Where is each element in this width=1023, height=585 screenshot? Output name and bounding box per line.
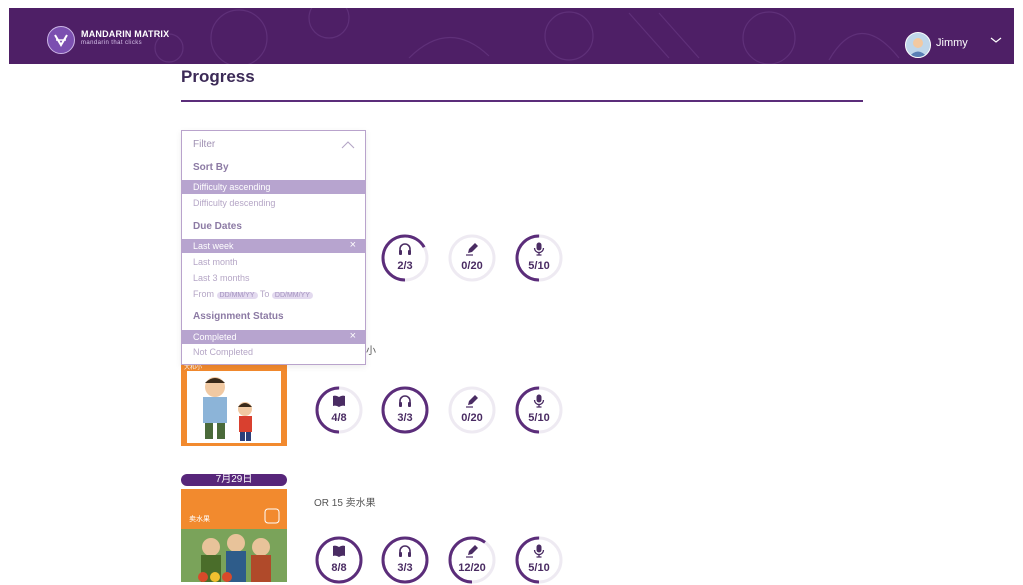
headphones-icon	[399, 243, 411, 255]
stat-listening[interactable]: 3/3	[380, 385, 430, 435]
progress-ring	[515, 234, 563, 282]
brand-name: MANDARIN MATRIX	[81, 29, 170, 39]
due-dates-heading: Due Dates	[193, 221, 242, 232]
pencil-icon	[466, 243, 478, 256]
stat-value: 8/8	[331, 562, 347, 574]
stat-value: 5/10	[528, 260, 550, 272]
book-cover-illustration	[181, 361, 287, 446]
sort-option-label: Difficulty ascending	[193, 182, 271, 192]
headphones-icon	[399, 395, 411, 407]
stat-listening[interactable]: 3/3	[380, 535, 430, 585]
sort-option[interactable]: Difficulty descending	[193, 198, 275, 208]
microphone-icon	[533, 394, 545, 408]
stat-speaking[interactable]: 5/10	[514, 233, 564, 283]
progress-ring	[515, 536, 563, 584]
avatar-icon	[906, 33, 930, 57]
book-cover[interactable]: 卖水果	[181, 489, 287, 582]
stat-reading[interactable]: 8/8	[314, 535, 364, 585]
progress-ring	[381, 536, 429, 584]
page-title: Progress	[181, 67, 255, 86]
date-range: From DD/MM/YY To DD/MM/YY	[193, 289, 313, 299]
avatar[interactable]	[905, 32, 931, 58]
stat-reading[interactable]: 4/8	[314, 385, 364, 435]
book-cover-illustration	[181, 489, 287, 582]
brand-tagline: mandarin that clicks	[81, 40, 143, 46]
close-icon[interactable]: ×	[350, 330, 356, 342]
to-date-input[interactable]: DD/MM/YY	[271, 292, 313, 299]
book-cover-caption: 卖水果	[189, 516, 210, 523]
user-name[interactable]: Jimmy	[936, 37, 968, 49]
logo[interactable]	[47, 26, 75, 54]
progress-ring	[448, 536, 496, 584]
progress-ring	[381, 386, 429, 434]
book-title[interactable]: OR 15 卖水果	[314, 494, 376, 509]
book-title-partial: 小	[366, 346, 376, 357]
stat-speaking[interactable]: 5/10	[514, 385, 564, 435]
assignment-status-heading: Assignment Status	[193, 311, 284, 322]
progress-ring	[381, 234, 429, 282]
book-icon	[333, 395, 345, 407]
due-date-option[interactable]: Last month	[193, 257, 238, 267]
stat-value: 0/20	[461, 260, 483, 272]
stat-value: 5/10	[528, 562, 550, 574]
status-option-selected[interactable]: Completed ×	[182, 330, 365, 344]
stat-value: 4/8	[331, 412, 347, 424]
progress-ring	[448, 234, 496, 282]
book-icon	[333, 545, 345, 557]
stat-writing[interactable]: 0/20	[447, 233, 497, 283]
stat-speaking[interactable]: 5/10	[514, 535, 564, 585]
microphone-icon	[533, 544, 545, 558]
to-label: To	[259, 289, 270, 299]
chevron-down-icon[interactable]	[990, 35, 1002, 45]
progress-ring	[315, 386, 363, 434]
stat-value: 5/10	[528, 412, 550, 424]
from-date-input[interactable]: DD/MM/YY	[216, 292, 258, 299]
filter-label[interactable]: Filter	[193, 139, 215, 150]
filter-panel[interactable]: Filter Sort By Difficulty ascending Diff…	[181, 130, 366, 365]
progress-ring	[315, 536, 363, 584]
book-cover[interactable]: 大和小	[181, 361, 287, 446]
microphone-icon	[533, 242, 545, 256]
status-option-label: Completed	[193, 332, 237, 342]
title-divider	[181, 100, 863, 102]
close-icon[interactable]: ×	[350, 239, 356, 251]
due-date-option-selected[interactable]: Last week ×	[182, 239, 365, 253]
stat-value: 3/3	[397, 562, 413, 574]
status-option[interactable]: Not Completed	[193, 347, 253, 357]
sort-by-heading: Sort By	[193, 162, 229, 173]
stat-value: 0/20	[461, 412, 483, 424]
stat-listening[interactable]: 2/3	[380, 233, 430, 283]
top-bar: MANDARIN MATRIX mandarin that clicks Jim…	[9, 8, 1014, 64]
stat-value: 3/3	[397, 412, 413, 424]
stat-value: 12/20	[458, 562, 486, 574]
headphones-icon	[399, 545, 411, 557]
chevron-up-icon[interactable]	[341, 140, 355, 149]
stat-writing[interactable]: 12/20	[447, 535, 497, 585]
due-date-badge: 7月29日	[181, 474, 287, 486]
due-date-option-label: Last week	[193, 241, 234, 251]
due-date-option[interactable]: Last 3 months	[193, 273, 250, 283]
from-label: From	[193, 289, 214, 299]
logo-icon	[54, 34, 68, 47]
pencil-icon	[466, 545, 478, 558]
progress-ring	[515, 386, 563, 434]
stat-writing[interactable]: 0/20	[447, 385, 497, 435]
pencil-icon	[466, 395, 478, 408]
stat-value: 2/3	[397, 260, 413, 272]
progress-ring	[448, 386, 496, 434]
sort-option-selected[interactable]: Difficulty ascending	[182, 180, 365, 194]
